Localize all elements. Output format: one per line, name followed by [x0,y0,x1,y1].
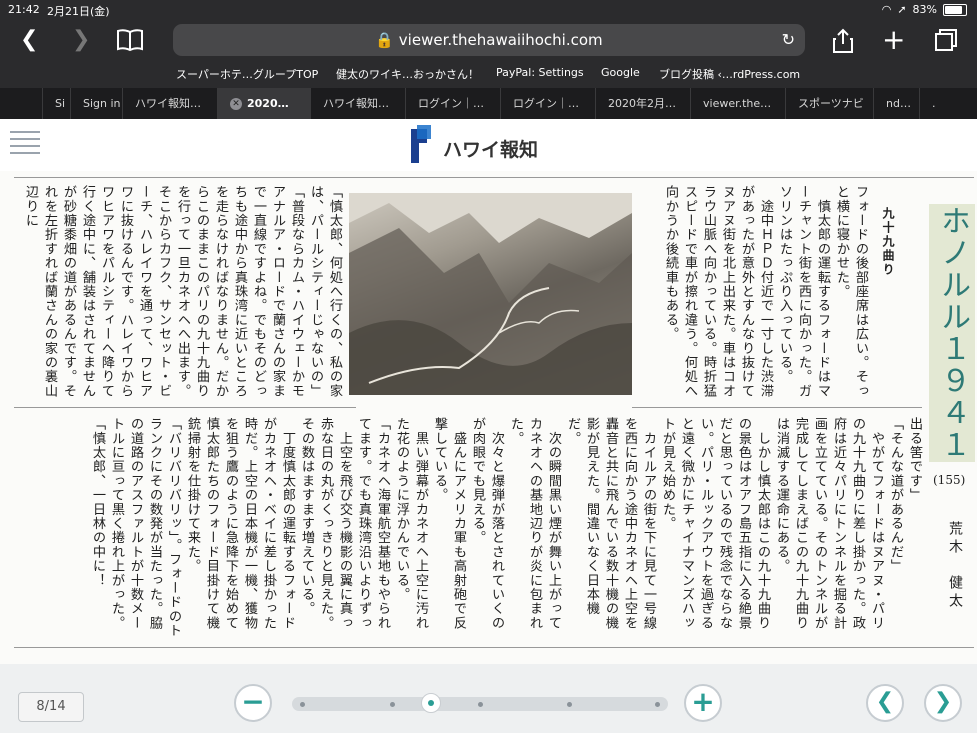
bookmarks-icon[interactable] [116,28,144,58]
location-icon: ➚ [897,3,907,16]
tab-item[interactable]: viewer.the… [690,88,785,119]
slider-tick [390,702,395,707]
forward-icon[interactable]: ❯ [72,28,90,52]
menu-icon[interactable] [10,131,40,159]
tab-bar: Si Sign in ハワイ報知… ✕ 2020… ハワイ報知… ログイン｜… ロ… [0,88,977,119]
tab-label: viewer.the… [703,97,772,110]
zoom-out-button[interactable]: − [234,684,272,722]
article-column: 上空を飛び交う機影の翼に真っ赤な日の丸がくっきりと見えた。その数はますます増えて… [90,417,352,638]
tab-item[interactable]: nd… [873,88,919,119]
share-icon[interactable] [832,28,854,60]
article-page: ホノルル１９４１ (155) 荒木 健太 九十九曲り フォードの後部座席は広い。… [0,171,977,664]
tab-label: スポーツナビ [798,97,864,110]
author-name: 荒木 健太 [947,521,963,611]
tab-label: ハワイ報知… [135,97,201,110]
favorite-link[interactable]: 健太のワイキ…おっかさん！ [336,66,479,82]
viewer-header: ハワイ報知 [0,119,977,172]
tab-item[interactable]: ハワイ報知… [122,88,217,119]
article-column: 出る筈です」 「そんな道があるんだ」 やがてフォードはヌアヌ・パリの九十九曲りに… [358,417,922,630]
address-bar[interactable]: 🔒 viewer.thehawaiihochi.com ↻ [173,24,805,56]
lock-icon: 🔒 [375,31,395,49]
page-slider[interactable] [292,693,668,713]
battery-percent: 83% [912,3,937,16]
chevron-right-icon: ❯ [933,689,953,714]
tab-item-active[interactable]: ✕ 2020… [217,88,310,119]
article-column: 「慎太郎、何処へ行くの、私の家は、パールシティーじゃないの」 「普段ならカム・ハ… [23,185,342,398]
favorites-bar: スーパーホテ…グループTOP 健太のワイキ…おっかさん！ PayPal: Set… [0,66,977,82]
tabs-overview-icon[interactable] [934,28,958,58]
next-page-button[interactable]: ❯ [924,684,962,722]
browser-toolbar: ❮ ❯ 🔒 viewer.thehawaiihochi.com ↻ + スーパー… [0,20,977,88]
viewer-controls: 8/14 − + ❮ ❯ [0,664,977,733]
slider-tick [567,702,572,707]
slider-handle[interactable] [421,693,441,713]
slider-tick [300,702,305,707]
close-tab-icon[interactable]: ✕ [230,98,242,110]
zoom-in-button[interactable]: + [684,684,722,722]
top-rule [14,177,974,178]
article-column: フォードの後部座席は広い。そっと横に寝かせた。 慎太郎の運転するフォードはマーチ… [663,185,868,398]
previous-page-button[interactable]: ❮ [866,684,904,722]
url-text: viewer.thehawaiihochi.com [398,31,603,49]
favorite-link[interactable]: Google [601,66,640,79]
bottom-rule [14,647,974,648]
tab-label: nd… [886,97,911,110]
tab-item[interactable]: 2020年2月… [595,88,690,119]
site-name: ハワイ報知 [443,139,539,161]
tab-item[interactable]: . [919,88,949,119]
tab-label: 2020… [247,97,289,110]
series-title: ホノルル１９４１ [929,204,975,462]
wifi-icon: ◠ [881,3,892,16]
episode-number: (155) [933,473,966,487]
back-icon[interactable]: ❮ [20,28,38,52]
logo-mark-icon [411,125,431,163]
page-indicator: 8/14 [18,692,84,722]
favorite-link[interactable]: ブログ投稿 ‹…rdPress.com [659,66,800,82]
reload-icon[interactable]: ↻ [782,24,795,56]
plus-icon: + [691,685,715,718]
new-tab-icon[interactable]: + [882,26,905,54]
battery-icon [943,3,967,16]
tab-label: Si [55,97,66,110]
tab-item[interactable]: ログイン｜… [405,88,500,119]
tab-label: Sign in [83,97,121,110]
tab-label: . [932,97,936,110]
tab-item[interactable]: ログイン｜… [500,88,595,119]
status-time: 21:42 [8,3,40,16]
tab-label: 2020年2月… [608,97,676,110]
slider-tick [478,702,483,707]
middle-rule-right [632,407,922,408]
middle-rule-left [14,407,356,408]
section-heading: 九十九曲り [881,207,895,277]
site-logo: ハワイ報知 [407,125,547,167]
favorite-link[interactable]: PayPal: Settings [496,66,584,79]
minus-icon: − [241,685,265,718]
slider-tick [655,702,660,707]
tab-label: ログイン｜… [513,97,579,110]
chevron-left-icon: ❮ [875,689,895,714]
tab-item[interactable]: Si [42,88,70,119]
tab-label: ログイン｜… [418,97,484,110]
tab-item[interactable]: Sign in [70,88,122,119]
tab-label: ハワイ報知… [323,97,389,110]
tab-item[interactable]: スポーツナビ [785,88,873,119]
status-bar: 21:42 2月21日(金) ◠ ➚ 83% [0,0,977,20]
status-date: 2月21日(金) [47,5,110,18]
tab-item[interactable]: ハワイ報知… [310,88,405,119]
article-photo [349,193,632,395]
favorite-link[interactable]: スーパーホテ…グループTOP [176,66,318,82]
status-right: ◠ ➚ 83% [882,3,967,16]
